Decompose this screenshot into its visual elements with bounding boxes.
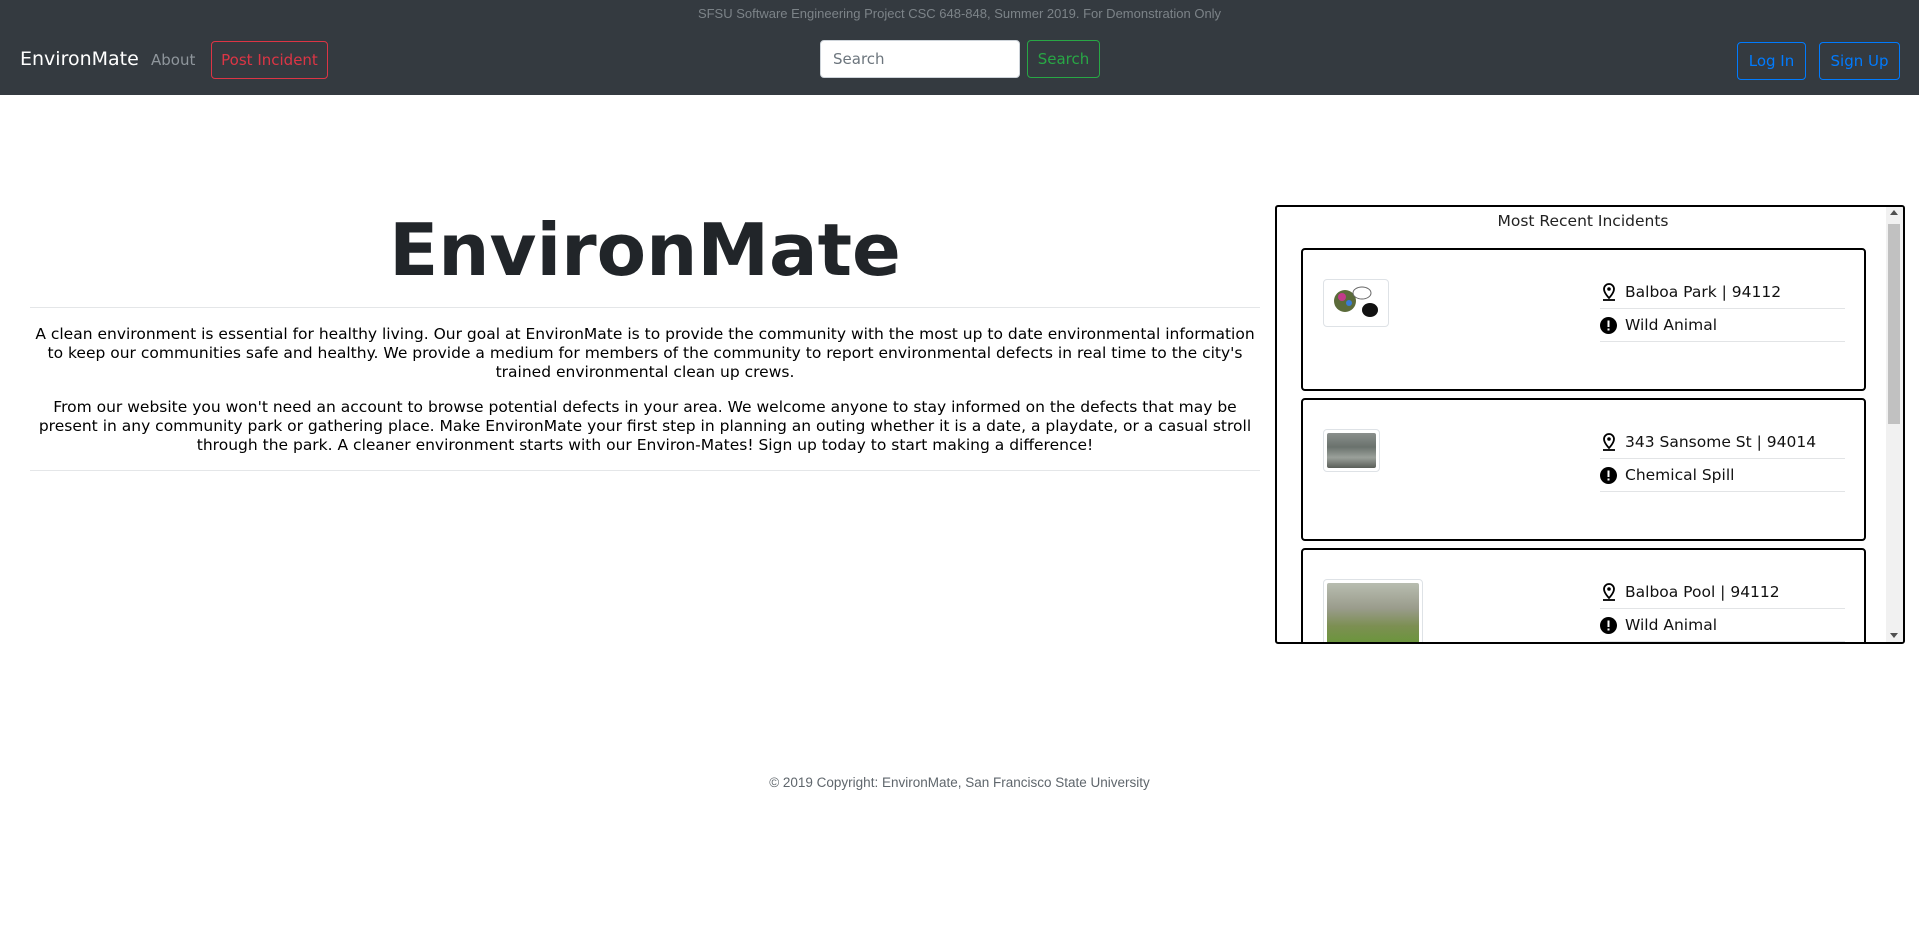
incident-type-text: Wild Animal xyxy=(1625,616,1718,634)
incident-type: Wild Animal xyxy=(1600,309,1845,342)
incident-info: Balboa Pool | 94112 Wild Animal xyxy=(1600,576,1845,642)
nav-about-link[interactable]: About xyxy=(151,51,195,69)
map-pin-icon xyxy=(1600,583,1617,601)
cartoon-animal-image[interactable] xyxy=(1323,279,1389,327)
about-paragraph: From our website you won't need an accou… xyxy=(38,398,1252,454)
map-pin-icon xyxy=(1600,283,1617,301)
incident-type: Wild Animal xyxy=(1600,609,1845,642)
incident-card[interactable]: 343 Sansome St | 94014 Chemical Spill xyxy=(1301,398,1866,541)
incident-type-text: Chemical Spill xyxy=(1625,466,1735,484)
incident-location: 343 Sansome St | 94014 xyxy=(1600,426,1845,459)
brand-link[interactable]: EnvironMate xyxy=(20,48,139,70)
map-pin-icon xyxy=(1600,433,1617,451)
scroll-down-arrow-icon[interactable] xyxy=(1890,633,1898,638)
incident-location-text: Balboa Park | 94112 xyxy=(1625,283,1782,301)
panel-title: Most Recent Incidents xyxy=(1497,212,1669,230)
incident-location: Balboa Park | 94112 xyxy=(1600,276,1845,309)
recent-incidents-panel[interactable]: Most Recent Incidents Balboa Park | 9411… xyxy=(1275,205,1905,644)
exclamation-circle-icon xyxy=(1600,316,1617,334)
incident-card[interactable]: Balboa Park | 94112 Wild Animal xyxy=(1301,248,1866,391)
post-incident-button[interactable]: Post Incident xyxy=(211,41,328,79)
exclamation-circle-icon xyxy=(1600,466,1617,484)
search-button[interactable]: Search xyxy=(1027,40,1100,78)
incident-type-text: Wild Animal xyxy=(1625,316,1718,334)
login-button[interactable]: Log In xyxy=(1737,42,1806,80)
water-spill-image[interactable] xyxy=(1323,429,1380,472)
intro-paragraph: A clean environment is essential for hea… xyxy=(35,325,1255,381)
incident-location-text: 343 Sansome St | 94014 xyxy=(1625,433,1817,451)
search-input[interactable]: Search xyxy=(820,40,1020,78)
panel-scrollbar[interactable] xyxy=(1886,207,1903,642)
divider-bottom xyxy=(30,470,1260,471)
page-title: EnvironMate xyxy=(389,208,901,292)
incident-location: Balboa Pool | 94112 xyxy=(1600,576,1845,609)
scroll-thumb[interactable] xyxy=(1888,224,1900,424)
exclamation-circle-icon xyxy=(1600,616,1617,634)
divider-top xyxy=(30,307,1260,308)
demo-banner: SFSU Software Engineering Project CSC 64… xyxy=(697,6,1222,21)
top-navbar: SFSU Software Engineering Project CSC 64… xyxy=(0,0,1919,95)
scroll-up-arrow-icon[interactable] xyxy=(1890,210,1898,215)
footer-copyright: © 2019 Copyright: EnvironMate, San Franc… xyxy=(769,775,1150,790)
incident-info: Balboa Park | 94112 Wild Animal xyxy=(1600,276,1845,342)
incident-type: Chemical Spill xyxy=(1600,459,1845,492)
incident-card[interactable]: Balboa Pool | 94112 Wild Animal xyxy=(1301,548,1866,642)
incident-location-text: Balboa Pool | 94112 xyxy=(1625,583,1780,601)
incident-info: 343 Sansome St | 94014 Chemical Spill xyxy=(1600,426,1845,492)
signup-button[interactable]: Sign Up xyxy=(1819,42,1900,80)
coyote-photo-image[interactable] xyxy=(1323,579,1423,642)
